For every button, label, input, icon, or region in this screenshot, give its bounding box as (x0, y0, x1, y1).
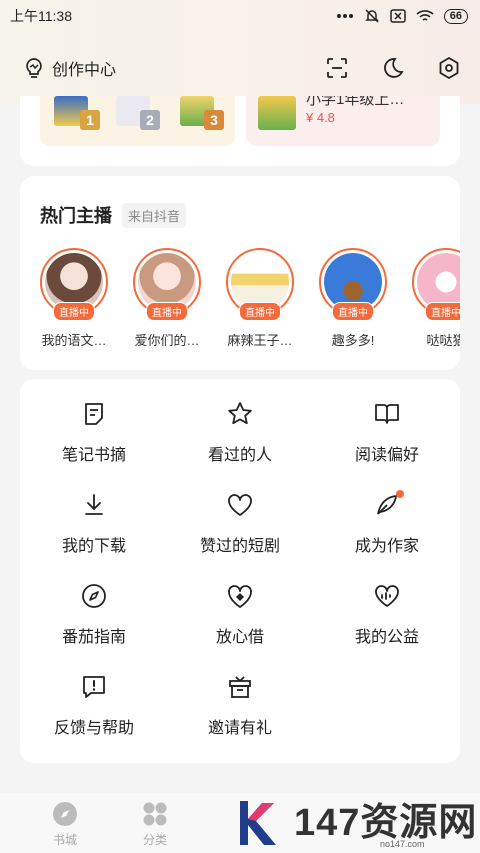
rank-badge: 3 (204, 110, 224, 130)
rank-badge: 1 (80, 110, 100, 130)
menu-label: 我的公益 (354, 629, 419, 646)
live-badge: 直播中 (425, 302, 460, 321)
watermark-text: 147资源网 (294, 802, 478, 844)
gear-icon (439, 56, 459, 80)
creator-center-button[interactable]: 创作中心 (24, 56, 116, 80)
note-icon (85, 403, 103, 425)
anchor-item[interactable]: 直播中 趣多多! (319, 248, 387, 349)
promo-book[interactable]: 小学1年级上… ¥ 4.8 (246, 96, 440, 146)
compass-icon (82, 584, 106, 608)
live-badge: 直播中 (53, 302, 95, 321)
nav-item-category[interactable]: 分类 (110, 793, 200, 853)
hot-anchors-card: 热门主播 来自抖音 直播中 我的语文… 直播中 爱你们的… 直播中 麻辣王子… … (20, 176, 460, 370)
nav-label: 分类 (142, 833, 167, 847)
status-time: 上午11:38 (10, 8, 72, 24)
promo-card: 1 2 3 小学1年级上… ¥ 4.8 (20, 96, 460, 166)
top-bar: 创作中心 (0, 32, 480, 104)
promo-book-title: 小学1年级上… (306, 96, 405, 108)
creator-center-label: 创作中心 (52, 62, 117, 79)
mute-bell-icon (364, 9, 379, 23)
menu-label: 赞过的短剧 (199, 538, 280, 555)
menu-grid-card: 笔记书摘 看过的人 阅读偏好 我的下载 赞过的短剧 成为作家 番茄指南 放心借 … (20, 379, 460, 763)
compass-icon (53, 802, 77, 826)
menu-item-downloads[interactable]: 我的下载 (34, 490, 154, 556)
wifi-icon (416, 10, 434, 21)
promo-book-price: ¥ 4.8 (306, 110, 335, 125)
menu-label: 笔记书摘 (61, 447, 126, 464)
status-bar: 上午11:38 66 (0, 0, 480, 32)
nav-item-bookstore[interactable]: 书城 (20, 793, 110, 853)
menu-item-charity[interactable]: 我的公益 (327, 581, 447, 647)
menu-item-feedback[interactable]: 反馈与帮助 (34, 672, 154, 738)
anchor-name: 我的语文… (41, 333, 107, 348)
heart-icon (228, 494, 252, 516)
rank-badge: 2 (140, 110, 160, 130)
book-cover (258, 96, 296, 130)
sim-blocked-icon (390, 9, 406, 23)
menu-label: 成为作家 (354, 538, 419, 555)
scan-button[interactable] (324, 55, 350, 81)
menu-label: 反馈与帮助 (53, 720, 134, 737)
book-icon (375, 404, 399, 424)
grid-icon (143, 802, 167, 826)
battery-indicator: 66 (443, 8, 468, 24)
watermark: 147资源网 no147.com (230, 793, 480, 853)
anchor-list: 直播中 我的语文… 直播中 爱你们的… 直播中 麻辣王子… 直播中 趣多多! 直… (40, 248, 460, 349)
notification-dot (396, 490, 404, 498)
star-icon (228, 402, 252, 425)
source-tag: 来自抖音 (122, 202, 187, 228)
anchor-item[interactable]: 直播中 爱你们的… (133, 248, 201, 349)
feedback-icon (83, 676, 105, 698)
anchor-item[interactable]: 直播中 哒哒猫 (412, 248, 460, 349)
nav-label: 书城 (52, 833, 77, 847)
settings-button[interactable] (436, 55, 462, 81)
more-dots-icon (336, 14, 353, 18)
menu-item-notes[interactable]: 笔记书摘 (34, 399, 154, 465)
menu-item-invite[interactable]: 邀请有礼 (180, 672, 300, 738)
anchor-name: 爱你们的… (134, 333, 200, 348)
menu-label: 看过的人 (207, 447, 272, 464)
gift-icon (229, 676, 251, 698)
live-badge: 直播中 (146, 302, 188, 321)
ranked-books[interactable]: 1 2 3 (40, 96, 235, 146)
menu-label: 番茄指南 (61, 629, 126, 646)
bulb-icon (26, 58, 42, 78)
scan-icon (327, 58, 347, 78)
download-icon (85, 494, 103, 515)
live-badge: 直播中 (239, 302, 281, 321)
menu-label: 放心借 (215, 629, 264, 646)
moon-icon (384, 58, 404, 78)
anchor-name: 哒哒猫 (426, 333, 460, 348)
live-badge: 直播中 (332, 302, 374, 321)
status-icons: 66 (336, 8, 468, 24)
menu-item-viewers[interactable]: 看过的人 (180, 399, 300, 465)
charity-icon (375, 585, 399, 607)
menu-label: 阅读偏好 (354, 447, 419, 464)
menu-item-safe-borrow[interactable]: 放心借 (180, 581, 300, 647)
anchor-item[interactable]: 直播中 我的语文… (40, 248, 108, 349)
menu-item-guide[interactable]: 番茄指南 (34, 581, 154, 647)
anchor-name: 趣多多! (331, 333, 375, 348)
watermark-logo (240, 801, 276, 845)
night-mode-button[interactable] (380, 55, 406, 81)
menu-item-liked-shorts[interactable]: 赞过的短剧 (180, 490, 300, 556)
menu-item-become-writer[interactable]: 成为作家 (327, 490, 447, 556)
menu-label: 我的下载 (61, 538, 126, 555)
anchor-item[interactable]: 直播中 麻辣王子… (226, 248, 294, 349)
menu-label: 邀请有礼 (207, 720, 272, 737)
watermark-subtext: no147.com (380, 839, 425, 849)
anchor-name: 麻辣王子… (227, 333, 293, 348)
menu-item-preferences[interactable]: 阅读偏好 (327, 399, 447, 465)
section-title: 热门主播 (40, 206, 112, 226)
shield-heart-icon (228, 585, 252, 608)
